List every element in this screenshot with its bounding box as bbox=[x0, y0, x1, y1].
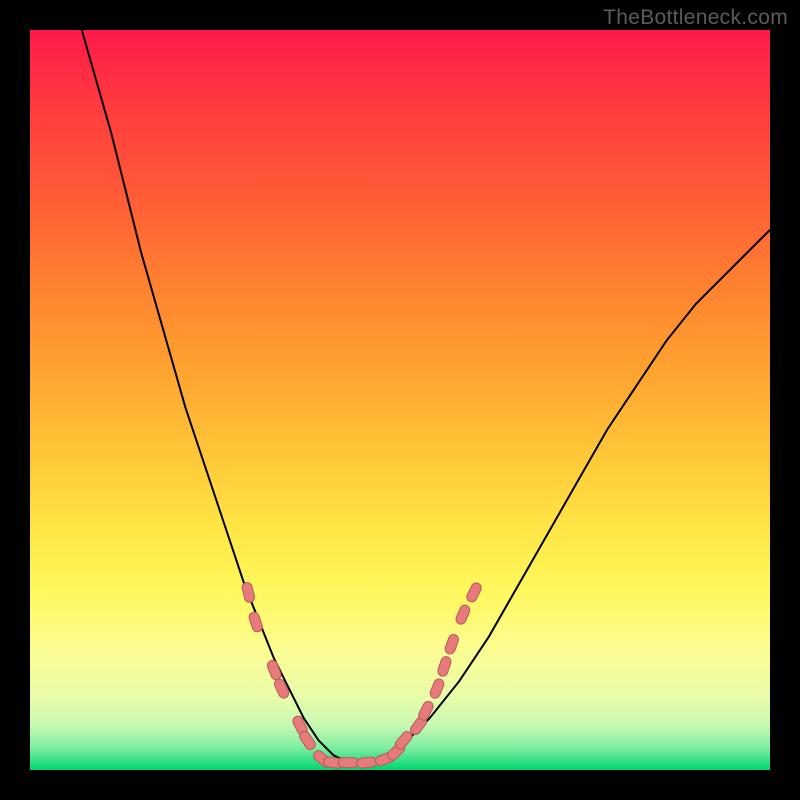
attribution-label: TheBottleneck.com bbox=[603, 6, 788, 30]
highlight-marker bbox=[338, 758, 358, 768]
highlight-marker bbox=[241, 581, 256, 603]
highlight-marker bbox=[454, 603, 471, 625]
highlight-marker bbox=[356, 757, 377, 769]
highlight-marker bbox=[248, 611, 264, 633]
highlight-marker bbox=[266, 659, 283, 681]
highlight-marker bbox=[393, 730, 414, 752]
highlight-markers bbox=[241, 581, 483, 769]
highlight-marker bbox=[436, 655, 452, 677]
highlight-marker bbox=[465, 581, 483, 603]
chart-frame: TheBottleneck.com bbox=[0, 0, 800, 800]
highlight-marker bbox=[444, 633, 460, 655]
bottleneck-curve bbox=[82, 30, 770, 763]
curve-layer bbox=[30, 30, 770, 770]
highlight-marker bbox=[417, 700, 435, 722]
highlight-marker bbox=[273, 677, 291, 699]
highlight-marker bbox=[429, 677, 446, 699]
plot-area bbox=[30, 30, 770, 770]
